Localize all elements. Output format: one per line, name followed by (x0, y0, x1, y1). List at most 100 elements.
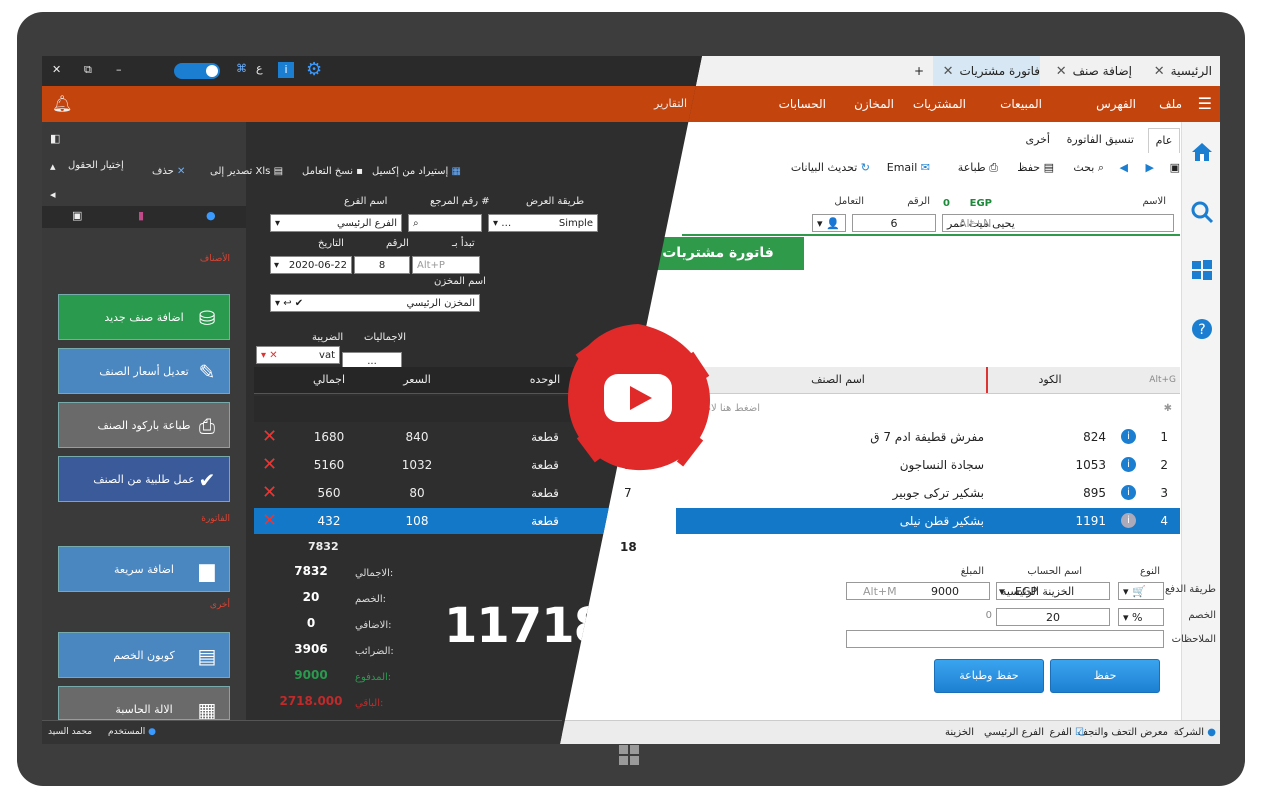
close-icon[interactable]: ✕ (1154, 57, 1165, 87)
item-name: بشكير تركى جوبير (892, 486, 984, 500)
discount-field[interactable]: 20 (996, 608, 1110, 626)
prefix-field[interactable]: Alt+P (412, 256, 480, 274)
minimize-icon[interactable]: – (116, 63, 122, 76)
menu-catalog[interactable]: الفهرس (1096, 86, 1136, 122)
tab-invoice-format[interactable]: تنسيق الفاتورة (1067, 128, 1134, 152)
menu-stores[interactable]: المخازن (854, 86, 894, 122)
create-order-button[interactable]: عمل طلبية من الصنف ✔ (58, 456, 230, 502)
help-icon[interactable]: ? (1190, 318, 1214, 342)
translate-icon[interactable]: ⌘ (236, 62, 247, 75)
payment-type-select[interactable]: ▾ 🛒 (1118, 582, 1164, 600)
tax-select[interactable]: vat ▾ ✕ (256, 346, 340, 364)
tab-general[interactable]: عام (1148, 128, 1180, 153)
col-price[interactable]: السعر (384, 367, 450, 393)
menu-reports[interactable]: التقارير (654, 97, 687, 110)
serial-field[interactable]: 8 (354, 256, 410, 274)
branch-select[interactable]: الفرع الرئيسي ▾ (270, 214, 402, 232)
table-row[interactable]: 4 i 1191 بشكير قطن نيلى 4 (624, 508, 1180, 534)
next-icon[interactable]: ▶ (1146, 156, 1154, 180)
info-icon[interactable]: i (278, 62, 294, 78)
right-sidebar: ? (1181, 122, 1220, 744)
panel-pin-icon[interactable]: ◧ (50, 132, 60, 145)
delete-row-icon[interactable]: ✕ (262, 452, 277, 478)
menu-purchases[interactable]: المشتريات (913, 86, 966, 122)
close-icon[interactable]: ✕ (1056, 57, 1067, 87)
col-code[interactable]: الكود (986, 367, 1112, 393)
prev-icon[interactable]: ◀ (1120, 156, 1128, 180)
theme-toggle[interactable] (174, 63, 220, 79)
table-row[interactable]: 3 i 895 بشكير تركى جوبير 7 (624, 480, 1180, 506)
layout-tab-icon[interactable]: ▣ (72, 209, 82, 222)
discount-label: الخصم (1188, 610, 1216, 621)
add-item-button[interactable]: اضافة صنف جديد ⛁ (58, 294, 230, 340)
notes-field[interactable] (846, 630, 1164, 648)
refresh-button[interactable]: تحديث البيانات ↻ (791, 156, 870, 180)
edit-prices-button[interactable]: تعديل أسعار الصنف ✎ (58, 348, 230, 394)
coupon-button[interactable]: كوبون الخصم ▤ (58, 632, 230, 678)
close-icon[interactable]: ✕ (52, 63, 61, 76)
chart-tab-icon[interactable]: ▮ (138, 209, 144, 222)
collapse-icon[interactable]: ▴ (50, 160, 56, 173)
tab-purchase-invoice[interactable]: ✕ فاتورة مشتريات (932, 56, 1040, 87)
copy-deal-button[interactable]: نسخ التعامل ▪ (302, 166, 363, 177)
deal-select[interactable]: ▾ 👤 (812, 214, 846, 232)
discount-type-select[interactable]: ▾ % (1118, 608, 1164, 626)
delete-button[interactable]: حذف ✕ (152, 166, 185, 177)
new-doc-icon[interactable]: ▣ (1170, 156, 1180, 180)
col-total[interactable]: اجمالي (284, 367, 374, 393)
ref-number-field[interactable]: ⌕ (408, 214, 482, 232)
delete-row-icon[interactable]: ✕ (262, 424, 277, 450)
delete-row-icon[interactable]: ✕ (262, 480, 277, 506)
table-row[interactable]: 2i1053سجادة النساجون5 (624, 452, 1180, 478)
amount-field[interactable]: 9000 Alt+M (846, 582, 990, 600)
info-icon[interactable]: i (1121, 513, 1136, 528)
col-item-name[interactable]: اسم الصنف (688, 367, 988, 393)
menu-file[interactable]: ملف (1159, 86, 1182, 122)
quick-add-button[interactable]: اضافة سريعة ▆ (58, 546, 230, 592)
save-button[interactable]: حفظ ▤ (1017, 156, 1054, 180)
settings-gear-icon[interactable]: ⚙ (306, 59, 322, 80)
email-button[interactable]: Email ✉ (887, 156, 930, 180)
windows-icon[interactable] (1190, 258, 1214, 282)
search-icon[interactable] (1190, 200, 1214, 224)
windows-home-icon[interactable] (619, 745, 641, 767)
home-icon[interactable] (1190, 140, 1214, 164)
choose-fields-button[interactable]: إختيار الحقول (68, 160, 124, 171)
export-xls-button[interactable]: تصدير إلى Xls ▤ (210, 166, 283, 177)
save-print-button[interactable]: حفظ وطباعة (934, 659, 1044, 693)
print-barcode-button[interactable]: طباعة باركود الصنف ⎙ (58, 402, 230, 448)
restore-icon[interactable]: ⧉ (84, 63, 92, 77)
user-tab-icon[interactable]: ● (206, 209, 216, 222)
import-excel-button[interactable]: إستيراد من إكسيل ▦ (372, 166, 461, 177)
info-icon[interactable]: i (1121, 457, 1136, 472)
close-icon[interactable]: ✕ (943, 57, 954, 87)
tab-add-item[interactable]: ✕ إضافة صنف (1050, 56, 1132, 86)
item-code: 1053 (1075, 458, 1106, 472)
menu-accounts[interactable]: الحسابات (779, 86, 826, 122)
delete-row-icon[interactable]: ✕ (262, 508, 277, 534)
info-icon[interactable]: i (1121, 485, 1136, 500)
menu-sales[interactable]: المبيعات (1000, 86, 1042, 122)
store-select[interactable]: المخزن الرئيسي ▾ ↩ ✔ (270, 294, 480, 312)
calculator-button[interactable]: الالة الحاسبة ▦ (58, 686, 230, 720)
tab-home[interactable]: ✕ الرئيسية (1148, 56, 1212, 86)
panel-back-icon[interactable]: ◂ (50, 188, 56, 201)
date-field[interactable]: 2020-06-22 ▾ (270, 256, 352, 274)
account-select[interactable]: الخزينة الرئيسية EGP ▾ (996, 582, 1110, 600)
display-mode-select[interactable]: Simple ▾ … (488, 214, 598, 232)
row-number: 2 (1160, 458, 1168, 472)
bell-icon[interactable]: 🔔︎ (52, 94, 72, 113)
video-play-icon[interactable] (560, 318, 716, 478)
add-row-hint[interactable]: ✱ اضغط هنا لاضافة (682, 396, 1180, 422)
tab-other[interactable]: أخرى (1025, 128, 1050, 152)
new-tab-button[interactable]: + (914, 56, 924, 86)
save-invoice-button[interactable]: حفظ (1050, 659, 1160, 693)
search-button[interactable]: بحث ⌕ (1073, 156, 1104, 180)
info-icon[interactable]: i (1121, 429, 1136, 444)
print-button[interactable]: طباعة ⎙ (958, 156, 998, 180)
invoice-number-field[interactable]: 6 (852, 214, 936, 232)
hamburger-icon[interactable]: ☰ (1198, 86, 1212, 122)
table-row[interactable]: 1i824مفرش قطيفة ادم 7 ق2 (624, 424, 1180, 450)
language-badge[interactable]: ع (256, 62, 263, 75)
supplier-name-field[interactable]: يحيى ميت غمر Alt+N (942, 214, 1174, 232)
